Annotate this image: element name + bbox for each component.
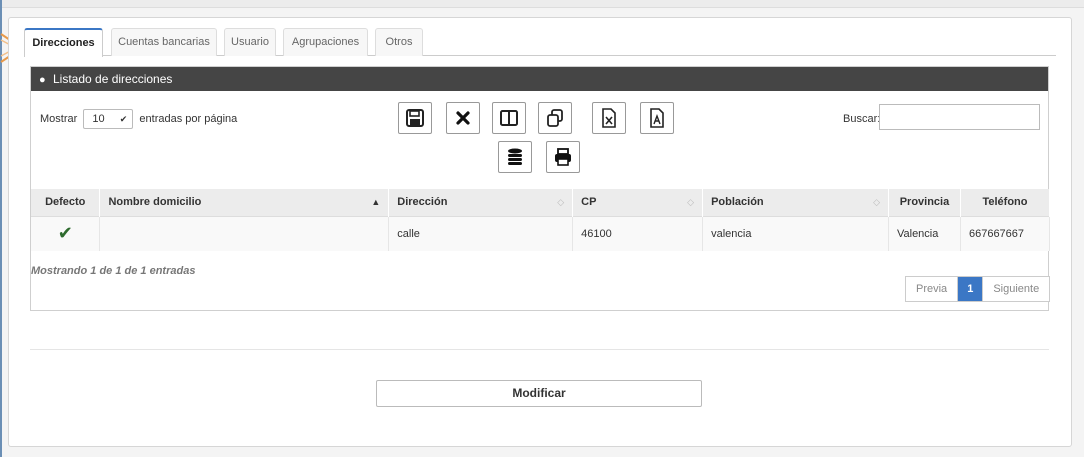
column-header-nombre-domicilio[interactable]: Nombre domicilio ▲ — [99, 189, 390, 216]
sort-icon: ◇ — [557, 197, 565, 207]
cell-defecto: ✔ — [31, 215, 101, 251]
top-bar — [0, 0, 1084, 8]
copy-icon — [547, 109, 563, 127]
panel-header: ● Listado de direcciones — [31, 67, 1048, 91]
map-marker-icon: ● — [39, 74, 46, 86]
pdf-export-button[interactable] — [640, 102, 674, 134]
table-row[interactable]: ✔ calle 46100 valencia Valencia 66766766… — [31, 215, 1051, 251]
excel-icon — [602, 108, 616, 128]
chevron-down-icon: ✔ — [119, 114, 128, 124]
cell-provincia: Valencia — [888, 215, 961, 251]
print-button[interactable] — [546, 141, 580, 173]
check-icon: ✔ — [57, 223, 73, 244]
save-icon — [406, 109, 424, 127]
save-button[interactable] — [398, 102, 432, 134]
page-length-select[interactable]: 10 ✔ — [83, 109, 134, 129]
copy-button[interactable] — [538, 102, 572, 134]
table-header-row: Defecto Nombre domicilio ▲ Dirección ◇ CP ◇… — [31, 189, 1051, 216]
pagination-page-1[interactable]: 1 — [958, 277, 983, 301]
sort-icon: ◇ — [687, 197, 695, 207]
cell-direccion: calle — [388, 215, 574, 251]
column-header-provincia[interactable]: Provincia — [888, 189, 961, 216]
panel-title: Listado de direcciones — [53, 72, 173, 86]
cell-cp: 46100 — [572, 215, 704, 251]
pagination-next-button[interactable]: Siguiente — [982, 277, 1050, 301]
cell-telefono: 667667667 — [960, 215, 1051, 251]
cell-nombre-domicilio — [99, 215, 390, 251]
tab-strip: Direcciones Cuentas bancarias Usuario Ag… — [24, 28, 1056, 57]
tab-direcciones[interactable]: Direcciones — [24, 28, 103, 57]
columns-button[interactable] — [492, 102, 526, 134]
address-table: Defecto Nombre domicilio ▲ Dirección ◇ CP ◇… — [31, 189, 1051, 251]
cell-poblacion: valencia — [702, 215, 889, 251]
pagination-previous-button[interactable]: Previa — [906, 277, 959, 301]
close-icon — [456, 111, 470, 125]
tab-usuario[interactable]: Usuario — [224, 28, 276, 56]
column-header-direccion[interactable]: Dirección ◇ — [388, 189, 574, 216]
length-menu: Mostrar 10 ✔ entradas por página — [40, 109, 237, 129]
section-divider — [30, 349, 1049, 350]
column-header-cp[interactable]: CP ◇ — [572, 189, 704, 216]
column-header-poblacion[interactable]: Población ◇ — [702, 189, 889, 216]
tab-cuentas-bancarias[interactable]: Cuentas bancarias — [111, 28, 217, 56]
address-list-panel: ● Listado de direcciones Mostrar 10 ✔ entr… — [30, 66, 1051, 311]
tab-otros[interactable]: Otros — [375, 28, 423, 56]
tab-agrupaciones[interactable]: Agrupaciones — [283, 28, 368, 56]
left-accent-bar — [0, 0, 2, 457]
pdf-icon — [650, 108, 664, 128]
sort-icon: ◇ — [873, 197, 880, 207]
print-icon — [555, 148, 571, 166]
table-info: Mostrando 1 de 1 de 1 entradas — [31, 265, 196, 277]
column-header-telefono[interactable]: Teléfono — [960, 189, 1051, 216]
database-button[interactable] — [498, 141, 532, 173]
columns-icon — [500, 110, 518, 126]
address-tab-panel: Direcciones Cuentas bancarias Usuario Ag… — [8, 17, 1072, 447]
search-input[interactable] — [879, 104, 1040, 130]
excel-export-button[interactable] — [592, 102, 626, 134]
pagination: Previa 1 Siguiente — [905, 276, 1051, 302]
sort-asc-icon: ▲ — [371, 197, 381, 207]
modify-button[interactable]: Modificar — [376, 380, 702, 407]
column-header-defecto[interactable]: Defecto — [31, 189, 101, 216]
close-button[interactable] — [446, 102, 480, 134]
search-label: Buscar: — [843, 113, 881, 125]
database-icon — [508, 148, 522, 165]
